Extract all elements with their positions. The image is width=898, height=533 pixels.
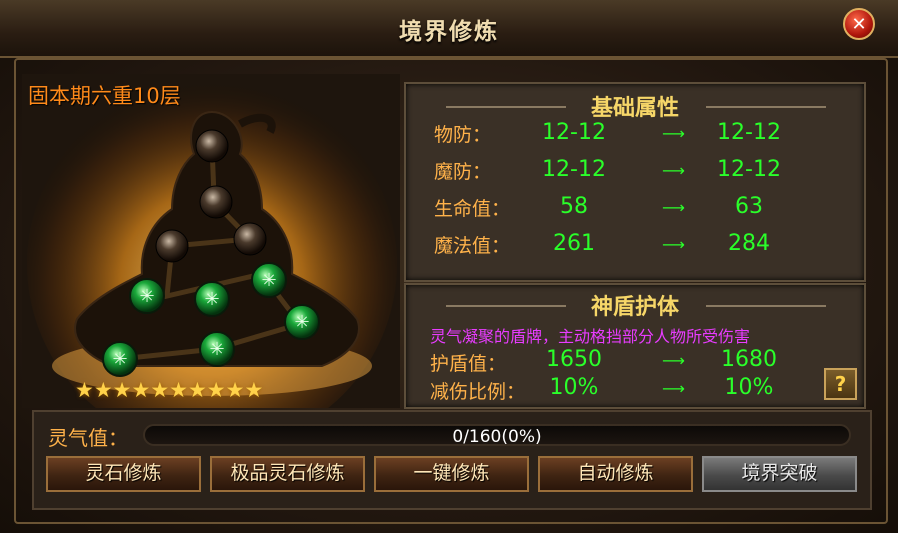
stat-label: 魔法值： (434, 235, 511, 257)
svg-text:✳: ✳ (261, 270, 276, 291)
title-bar: 境界修炼 ✕ (0, 0, 898, 58)
divine-shield-panel: 神盾护体 灵气凝聚的盾牌，主动格挡部分人物所受伤害 护盾值： 1650 ⟶ 16… (404, 283, 866, 409)
realm-level-label: 固本期六重10层 (28, 84, 181, 108)
star-icon: ★ (206, 378, 226, 402)
stat-current: 261 (553, 231, 595, 256)
close-icon[interactable]: ✕ (843, 8, 875, 40)
svg-text:✳: ✳ (112, 349, 127, 370)
stat-next: 284 (728, 231, 770, 256)
stat-row-shield-value: 护盾值： 1650 ⟶ 1680 (430, 347, 850, 377)
star-icon: ★ (187, 378, 207, 402)
divine-shield-title: 神盾护体 (590, 295, 679, 320)
star-icon: ★ (169, 378, 188, 402)
stat-row-magic-defense: 魔防： 12-12 ⟶ 12-12 (434, 157, 854, 189)
star-icon: ★ (93, 378, 113, 402)
star-icon: ★ (150, 378, 170, 402)
stat-next: 12-12 (717, 120, 781, 145)
arrow-right-icon: ⟶ (662, 124, 685, 143)
stat-row-damage-reduction: 减伤比例： 10% ⟶ 10% (430, 375, 850, 405)
svg-text:✳: ✳ (139, 286, 154, 307)
arrow-right-icon: ⟶ (662, 198, 685, 217)
stat-current: 58 (560, 194, 588, 219)
progress-text: 0/160(0%) (452, 427, 542, 447)
window-title: 境界修炼 (399, 19, 499, 45)
help-button[interactable]: ? (824, 368, 857, 400)
stat-current: 1650 (546, 347, 602, 372)
basic-attributes-panel: 基础属性 物防： 12-12 ⟶ 12-12 魔防： 12-12 ⟶ 12-12… (404, 82, 866, 282)
stat-row-hp: 生命值： 58 ⟶ 63 (434, 194, 854, 226)
star-icon: ★ (131, 378, 151, 402)
arrow-right-icon: ⟶ (662, 161, 685, 180)
basic-attributes-title: 基础属性 (590, 96, 679, 121)
realm-breakthrough-button[interactable]: 境界突破 (702, 456, 857, 492)
arrow-right-icon: ⟶ (662, 351, 685, 370)
stat-label: 魔防： (434, 161, 492, 183)
meditation-figure-panel: ✳ ✳ ✳ ✳ ✳ ✳ 固本期六重10层 ★★★★★★★★★★ (22, 74, 400, 408)
auto-cultivate-button[interactable]: 自动修炼 (538, 456, 693, 492)
spirit-energy-progress-bar: 0/160(0%) (143, 424, 851, 447)
star-icon: ★ (75, 378, 94, 402)
stat-label: 生命值： (434, 198, 511, 220)
stat-row-mp: 魔法值： 261 ⟶ 284 (434, 231, 854, 263)
stat-current: 12-12 (542, 120, 606, 145)
cultivation-window: 境界修炼 ✕ ✳ ✳ ✳ ✳ ✳ ✳ 固本期六重10层 ★★★★★★★★★★ 基… (0, 0, 898, 533)
svg-text:✳: ✳ (204, 289, 219, 310)
stat-label: 物防： (434, 124, 492, 146)
svg-text:✳: ✳ (294, 312, 309, 333)
stone-cultivate-button[interactable]: 灵石修炼 (46, 456, 201, 492)
stat-next: 12-12 (717, 157, 781, 182)
arrow-right-icon: ⟶ (662, 379, 685, 398)
star-rating: ★★★★★★★★★★ (75, 379, 263, 401)
star-icon: ★ (225, 378, 245, 402)
meditation-figure-art: ✳ ✳ ✳ ✳ ✳ ✳ (22, 74, 400, 408)
stat-next: 1680 (721, 347, 777, 372)
star-icon: ★ (244, 378, 264, 402)
stat-row-physical-defense: 物防： 12-12 ⟶ 12-12 (434, 120, 854, 152)
svg-text:✳: ✳ (209, 339, 224, 360)
one-click-cultivate-button[interactable]: 一键修炼 (374, 456, 529, 492)
arrow-right-icon: ⟶ (662, 235, 685, 254)
premium-stone-cultivate-button[interactable]: 极品灵石修炼 (210, 456, 365, 492)
stat-label: 减伤比例： (430, 381, 526, 403)
stat-current: 10% (549, 375, 599, 400)
stat-next: 10% (724, 375, 774, 400)
star-icon: ★ (112, 378, 132, 402)
shield-description: 灵气凝聚的盾牌，主动格挡部分人物所受伤害 (430, 327, 751, 346)
stat-current: 12-12 (542, 157, 606, 182)
stat-label: 护盾值： (430, 353, 507, 375)
spirit-energy-label: 灵气值： (48, 426, 128, 450)
stat-next: 63 (735, 194, 763, 219)
